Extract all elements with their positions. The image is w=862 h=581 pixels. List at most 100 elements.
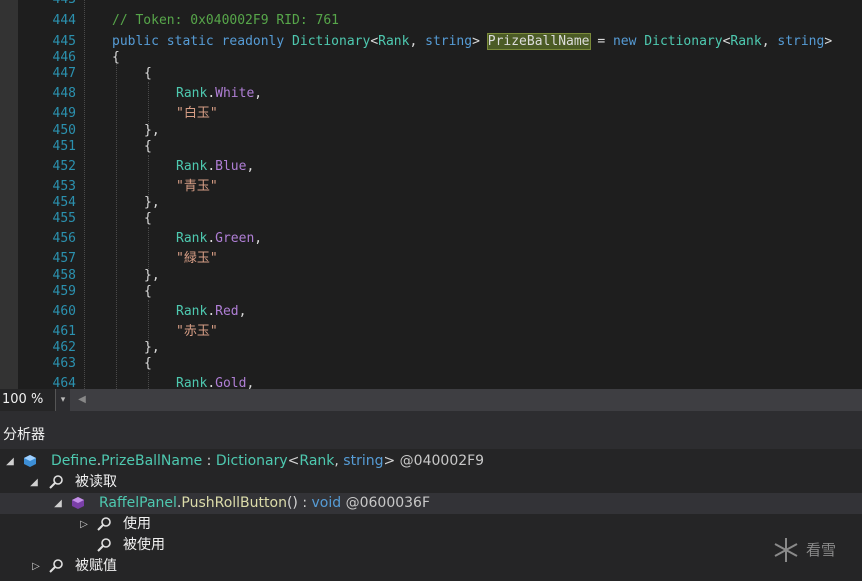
type-rank[interactable]: Rank bbox=[378, 34, 409, 49]
code-line-enum-green: Rank.Green, bbox=[176, 231, 262, 247]
code-editor[interactable]: 443 444 445 446 447 448 449 450 451 452 … bbox=[0, 0, 862, 389]
type-rank-2[interactable]: Rank bbox=[730, 34, 761, 49]
code-line-enum-white: Rank.White, bbox=[176, 86, 262, 102]
type-dictionary-2[interactable]: Dictionary bbox=[644, 34, 722, 49]
scroll-left-icon[interactable]: ◀ bbox=[74, 389, 90, 411]
zoom-level-field[interactable]: 100 % bbox=[0, 389, 56, 411]
search-icon bbox=[97, 517, 111, 531]
collapse-arrow-icon[interactable]: ◢ bbox=[52, 493, 64, 514]
code-line-enum-blue: Rank.Blue, bbox=[176, 159, 254, 175]
keyword-string: string bbox=[425, 34, 473, 49]
inner-brace-close: }, bbox=[144, 340, 160, 355]
type-arg-text: Rank bbox=[299, 453, 335, 469]
code-line-inner-open: { bbox=[144, 139, 152, 155]
punct: > bbox=[472, 34, 480, 49]
line-number: 443 bbox=[18, 0, 76, 8]
code-line-inner-open: { bbox=[144, 284, 152, 300]
zoom-dropdown-icon[interactable]: ▾ bbox=[56, 389, 70, 411]
class-name-text: RaffelPanel bbox=[99, 495, 177, 511]
method-name-text: PushRollButton bbox=[181, 495, 287, 511]
horizontal-scrollbar[interactable] bbox=[92, 395, 858, 405]
code-line-declaration: public static readonly Dictionary<Rank, … bbox=[112, 33, 832, 50]
enum-member-blue[interactable]: Blue bbox=[215, 159, 246, 174]
tree-row-assigned-by[interactable]: ▷ 被赋值 bbox=[0, 556, 862, 577]
line-number: 447 bbox=[52, 66, 76, 81]
enum-member-gold[interactable]: Gold bbox=[215, 376, 246, 389]
indent-guide bbox=[84, 0, 85, 389]
collapse-arrow-icon[interactable]: ◢ bbox=[28, 472, 40, 493]
punct: , bbox=[409, 34, 426, 49]
line-number: 450 bbox=[52, 123, 76, 138]
enum-type-rank[interactable]: Rank bbox=[176, 376, 207, 389]
punct: < bbox=[287, 453, 300, 469]
enum-type-rank[interactable]: Rank bbox=[176, 159, 207, 174]
line-number: 462 bbox=[52, 340, 76, 355]
editor-bottom-bar: 100 % ▾ ◀ bbox=[0, 389, 862, 411]
enum-member-white[interactable]: White bbox=[215, 86, 254, 101]
punct: . bbox=[207, 86, 216, 101]
punct: : bbox=[297, 495, 312, 511]
inner-brace-close: }, bbox=[144, 123, 160, 138]
enum-member-green[interactable]: Green bbox=[215, 231, 254, 246]
line-number: 452 bbox=[52, 159, 76, 174]
outer-brace-open: { bbox=[112, 50, 120, 65]
line-number: 460 bbox=[52, 304, 76, 319]
comment-text: // Token: 0x040002F9 RID: 761 bbox=[112, 13, 339, 28]
punct: > bbox=[383, 453, 396, 469]
code-line-enum-gold: Rank.Gold, bbox=[176, 376, 254, 389]
expand-arrow-icon[interactable]: ▷ bbox=[78, 514, 90, 535]
tree-row-read-by[interactable]: ◢ 被读取 bbox=[0, 472, 862, 493]
line-number: 454 bbox=[52, 195, 76, 210]
collapse-arrow-icon[interactable]: ◢ bbox=[4, 451, 16, 472]
punct: , bbox=[246, 159, 255, 174]
tree-label: 被读取 bbox=[75, 474, 117, 490]
keyword-string-2: string bbox=[777, 34, 825, 49]
expand-arrow-icon[interactable]: ▷ bbox=[30, 556, 42, 577]
tree-row-uses[interactable]: ▷ 使用 bbox=[0, 514, 862, 535]
string-literal: "青玉" bbox=[176, 179, 218, 194]
line-number: 451 bbox=[52, 139, 76, 154]
analyzer-tree[interactable]: ◢ Define.PrizeBallName : Dictionary<Rank… bbox=[0, 449, 862, 581]
inner-brace-close: }, bbox=[144, 195, 160, 210]
type-dictionary[interactable]: Dictionary bbox=[292, 34, 370, 49]
punct: . bbox=[207, 304, 216, 319]
tree-label: 被使用 bbox=[123, 537, 165, 553]
punct: , bbox=[254, 86, 263, 101]
tree-row-method[interactable]: ◢ RaffelPanel.PushRollButton() : void @0… bbox=[0, 493, 862, 514]
enum-type-rank[interactable]: Rank bbox=[176, 86, 207, 101]
code-line-inner-close: }, bbox=[144, 195, 160, 211]
inner-brace-open: { bbox=[144, 356, 152, 371]
tree-row-field[interactable]: ◢ Define.PrizeBallName : Dictionary<Rank… bbox=[0, 451, 862, 472]
enum-type-rank[interactable]: Rank bbox=[176, 304, 207, 319]
code-line-inner-close: }, bbox=[144, 268, 160, 284]
search-icon bbox=[97, 538, 111, 552]
punct: , bbox=[246, 376, 255, 389]
punct: , bbox=[761, 34, 778, 49]
tree-row-used-by[interactable]: 被使用 bbox=[0, 535, 862, 556]
token-text: @0600036F bbox=[341, 495, 431, 511]
enum-type-rank[interactable]: Rank bbox=[176, 231, 207, 246]
code-line-inner-close: }, bbox=[144, 123, 160, 139]
field-icon bbox=[24, 455, 36, 467]
field-name-highlighted[interactable]: PrizeBallName bbox=[486, 33, 591, 50]
panel-splitter[interactable] bbox=[0, 411, 862, 421]
enum-member-red[interactable]: Red bbox=[215, 304, 238, 319]
keyword-new: new bbox=[612, 34, 637, 49]
indent-guide bbox=[148, 372, 149, 389]
code-line-inner-close: }, bbox=[144, 340, 160, 356]
line-number: 444 bbox=[52, 13, 76, 28]
inner-brace-open: { bbox=[144, 284, 152, 299]
token-text: @040002F9 bbox=[395, 453, 485, 469]
punct: () bbox=[286, 495, 298, 511]
tree-label: 被赋值 bbox=[75, 558, 117, 574]
code-line-inner-open: { bbox=[144, 211, 152, 227]
method-cube-icon bbox=[72, 497, 84, 509]
type-text: Dictionary bbox=[215, 453, 288, 469]
field-name-text: PrizeBallName bbox=[101, 453, 203, 469]
line-number: 458 bbox=[52, 268, 76, 283]
line-number: 463 bbox=[52, 356, 76, 371]
punct: . bbox=[207, 231, 216, 246]
field-label: Define.PrizeBallName : Dictionary<Rank, … bbox=[51, 451, 484, 472]
punct: , bbox=[334, 453, 344, 469]
line-number: 456 bbox=[52, 231, 76, 246]
